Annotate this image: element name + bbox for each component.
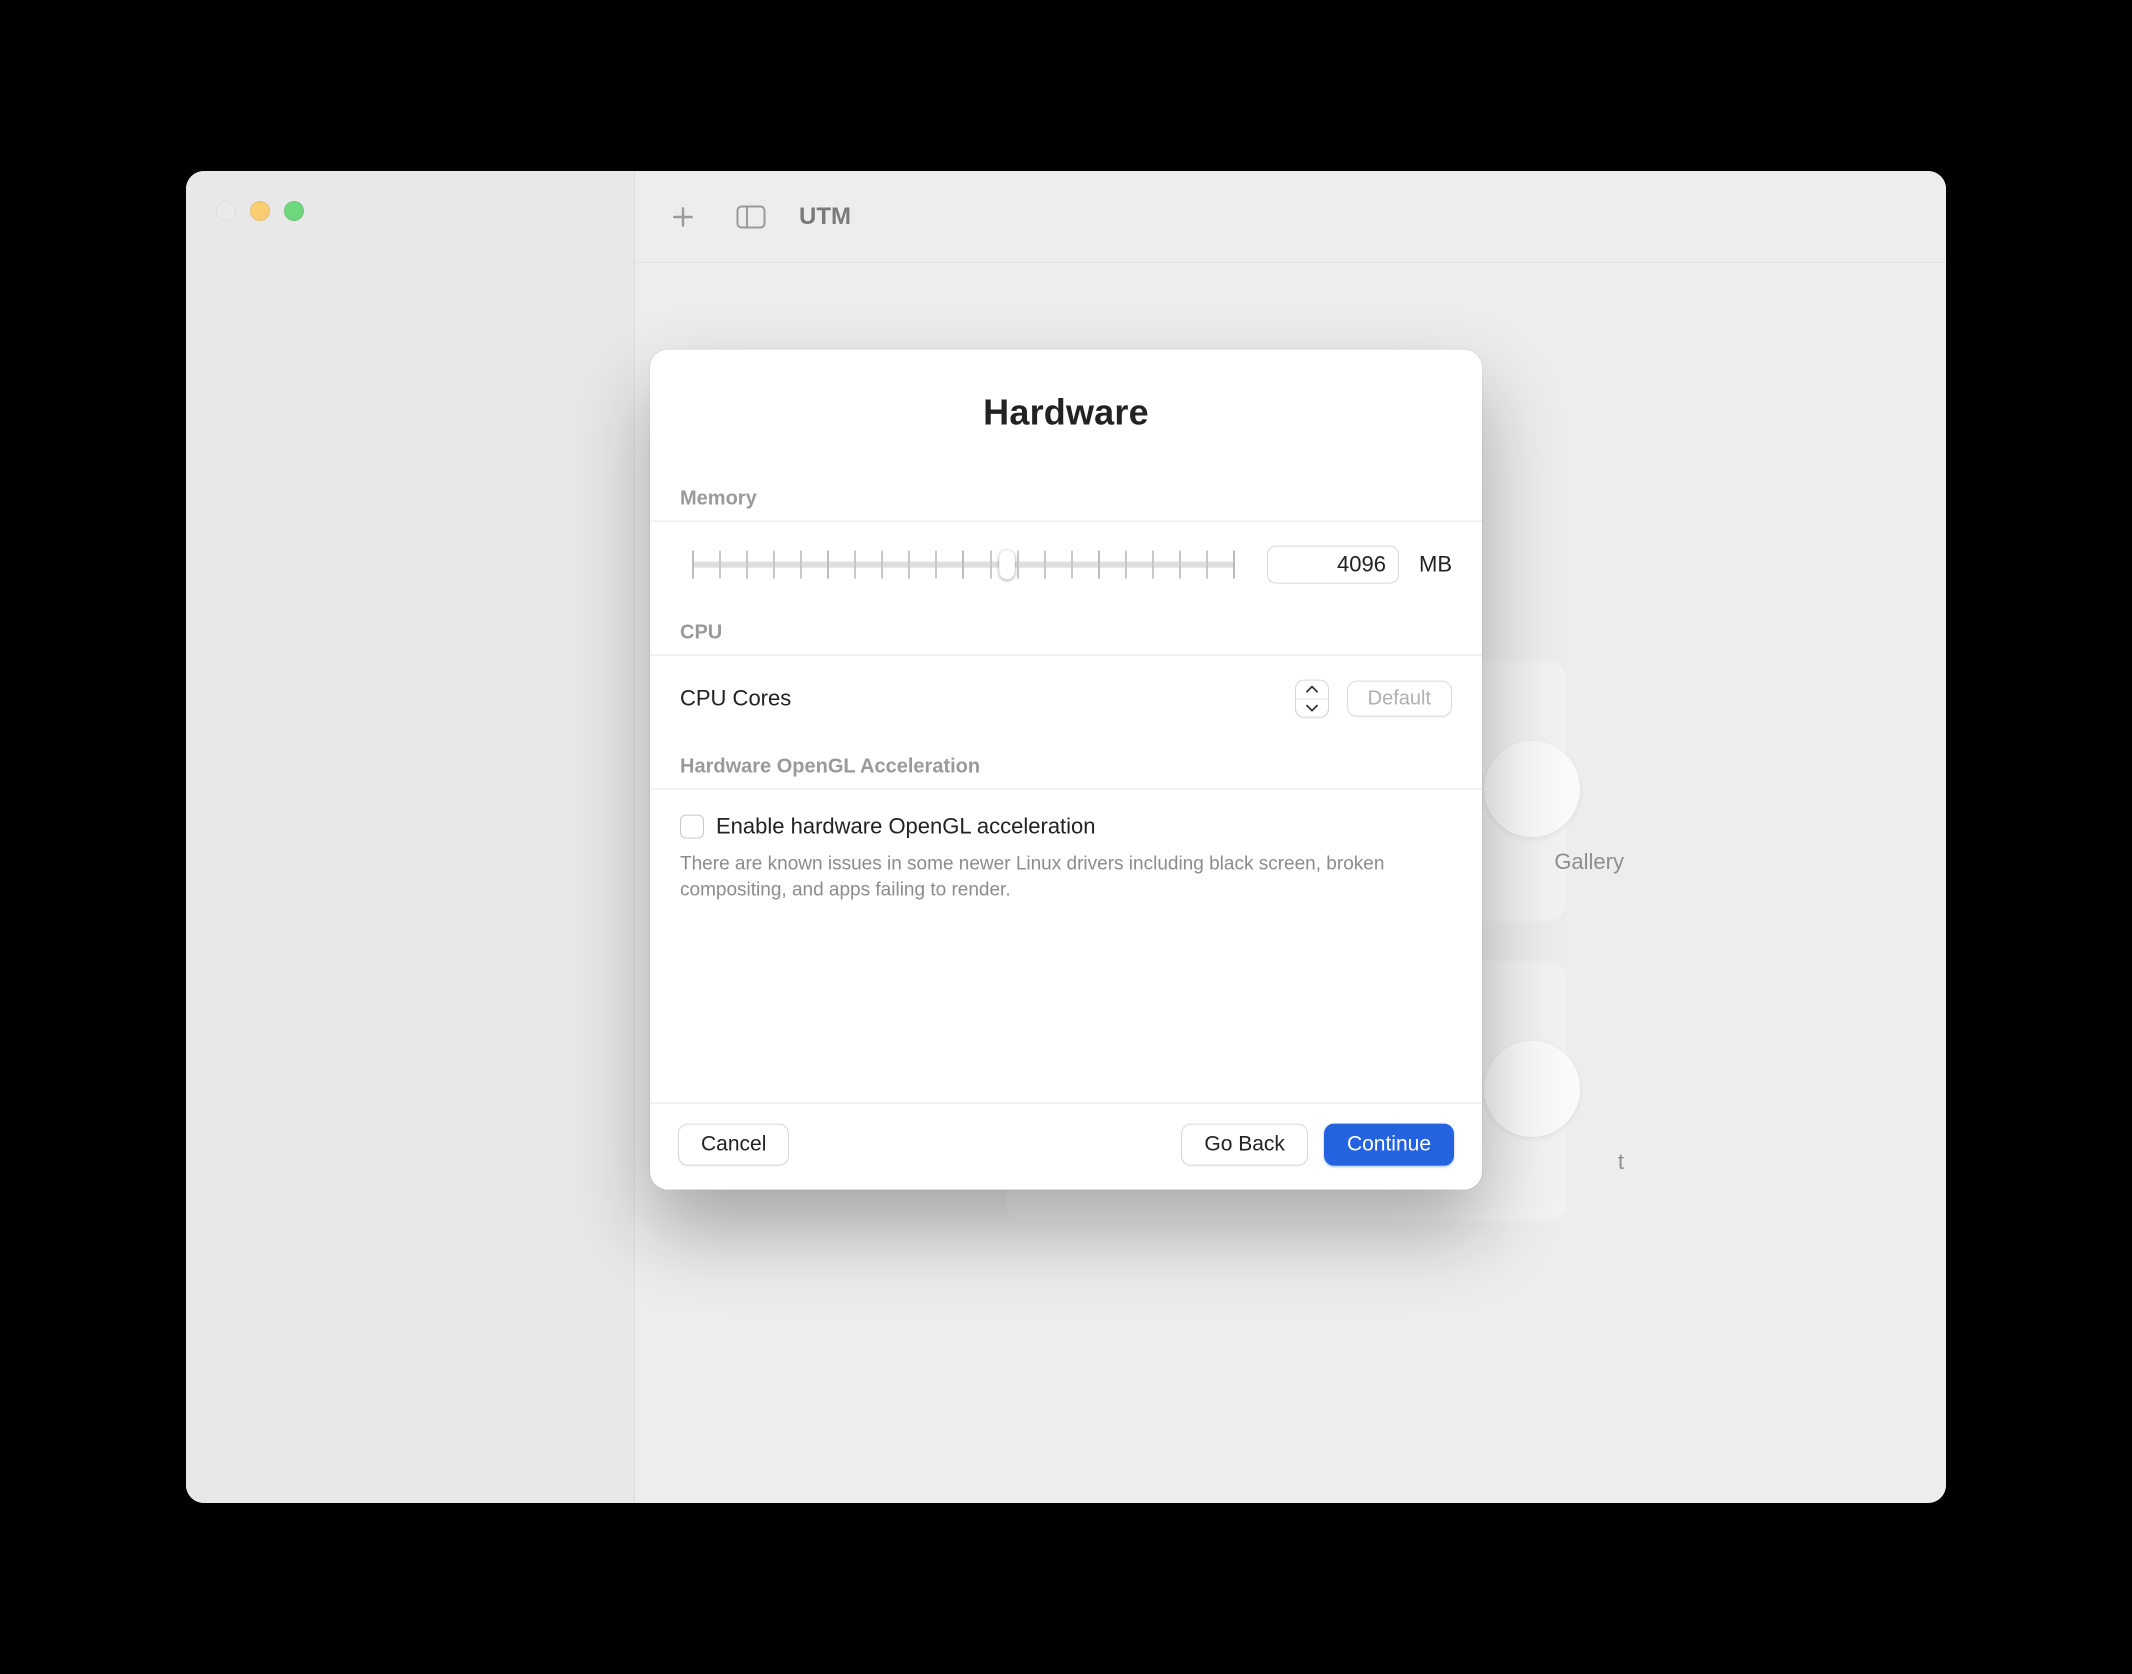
memory-slider-thumb[interactable] [999,550,1015,580]
opengl-section-label: Hardware OpenGL Acceleration [680,756,1452,779]
cpu-default-button[interactable]: Default [1347,681,1452,717]
opengl-checkbox-label: Enable hardware OpenGL acceleration [716,814,1096,840]
opengl-checkbox[interactable] [680,815,704,839]
opengl-help-text: There are known issues in some newer Lin… [680,852,1420,903]
stepper-up-icon[interactable] [1296,681,1328,700]
cpu-section-label: CPU [680,622,1452,645]
section-divider [650,655,1482,656]
memory-unit-label: MB [1419,552,1452,578]
cancel-button[interactable]: Cancel [678,1124,789,1166]
opengl-section: Hardware OpenGL Acceleration Enable hard… [680,756,1452,903]
memory-section-label: Memory [680,488,1452,511]
sheet-footer: Cancel Go Back Continue [650,1103,1482,1190]
cpu-section: CPU CPU Cores Default [680,622,1452,718]
sheet-title: Hardware [680,392,1452,434]
section-divider [650,789,1482,790]
hardware-sheet: Hardware Memory [650,350,1482,1190]
go-back-button[interactable]: Go Back [1181,1124,1308,1166]
app-window: UTM Gallery t Hardware Memory [186,171,1946,1503]
cpu-cores-label: CPU Cores [680,686,1277,712]
memory-slider[interactable] [680,548,1247,582]
stepper-down-icon[interactable] [1296,699,1328,717]
continue-button[interactable]: Continue [1324,1124,1454,1166]
memory-input[interactable] [1267,546,1399,584]
section-divider [650,521,1482,522]
memory-section: Memory MB [680,488,1452,584]
cpu-cores-stepper[interactable] [1295,680,1329,718]
